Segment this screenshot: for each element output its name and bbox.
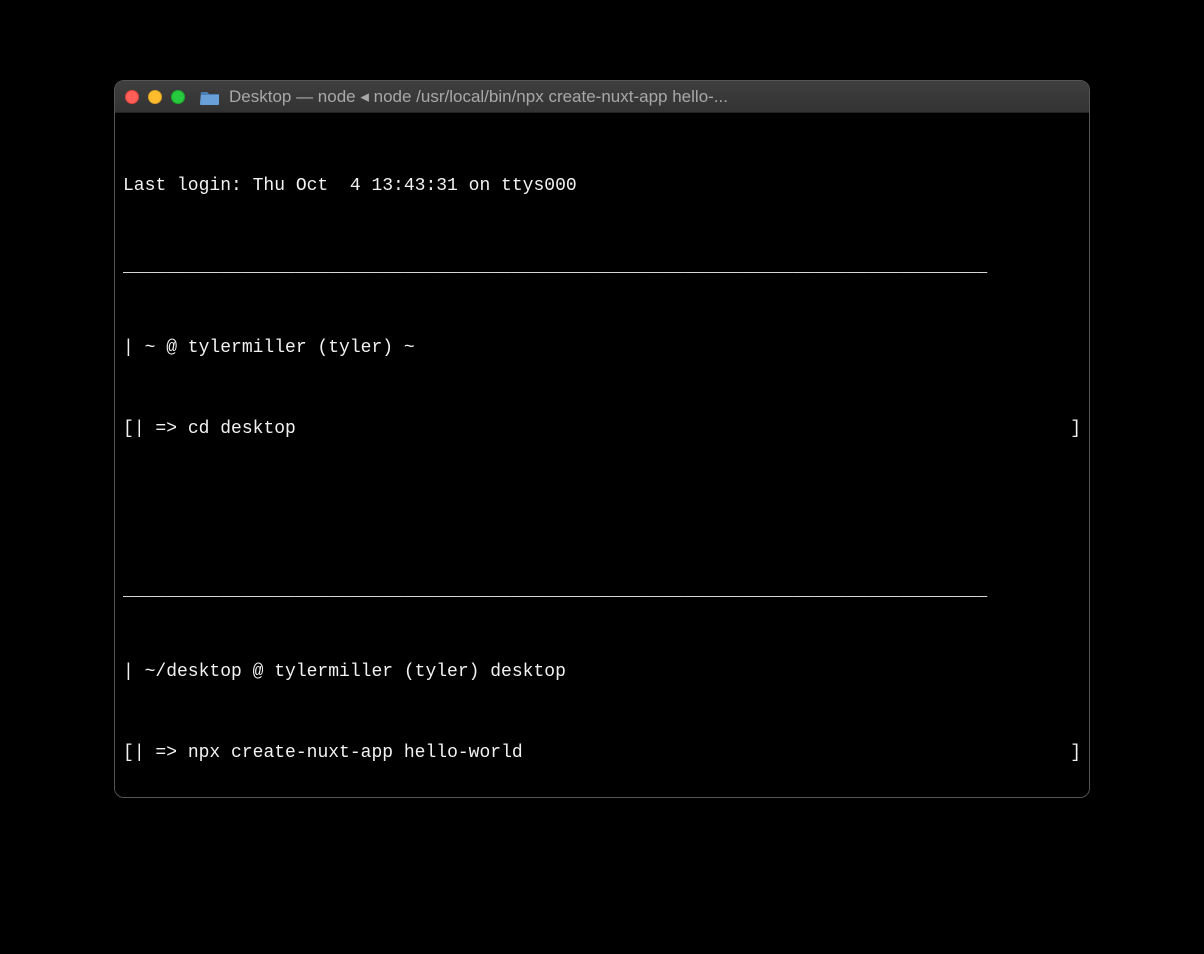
maximize-icon[interactable] xyxy=(171,90,185,104)
terminal-window: Desktop — node ◂ node /usr/local/bin/npx… xyxy=(114,80,1090,798)
close-icon[interactable] xyxy=(125,90,139,104)
command-text: cd desktop xyxy=(188,419,296,439)
titlebar[interactable]: Desktop — node ◂ node /usr/local/bin/npx… xyxy=(115,81,1089,113)
prompt-prefix: | => xyxy=(134,419,188,439)
command-line: [| => npx create-nuxt-app hello-world] xyxy=(123,740,1081,767)
separator-line: ________________________________________… xyxy=(123,578,1081,605)
blank-line xyxy=(123,497,1081,524)
terminal-body[interactable]: Last login: Thu Oct 4 13:43:31 on ttys00… xyxy=(115,113,1089,797)
context-line: | ~ @ tylermiller (tyler) ~ xyxy=(123,335,1081,362)
bracket-right: ] xyxy=(1070,740,1081,767)
bracket-left: [ xyxy=(123,416,134,443)
separator-line: ________________________________________… xyxy=(123,254,1081,281)
window-controls xyxy=(125,90,185,104)
command-line: [| => cd desktop] xyxy=(123,416,1081,443)
bracket-left: [ xyxy=(123,740,134,767)
folder-icon xyxy=(200,89,220,105)
prompt-prefix: | => xyxy=(134,743,188,763)
context-line: | ~/desktop @ tylermiller (tyler) deskto… xyxy=(123,659,1081,686)
bracket-right: ] xyxy=(1070,416,1081,443)
minimize-icon[interactable] xyxy=(148,90,162,104)
last-login-line: Last login: Thu Oct 4 13:43:31 on ttys00… xyxy=(123,173,1081,200)
window-title: Desktop — node ◂ node /usr/local/bin/npx… xyxy=(229,87,1079,107)
command-text: npx create-nuxt-app hello-world xyxy=(188,743,523,763)
